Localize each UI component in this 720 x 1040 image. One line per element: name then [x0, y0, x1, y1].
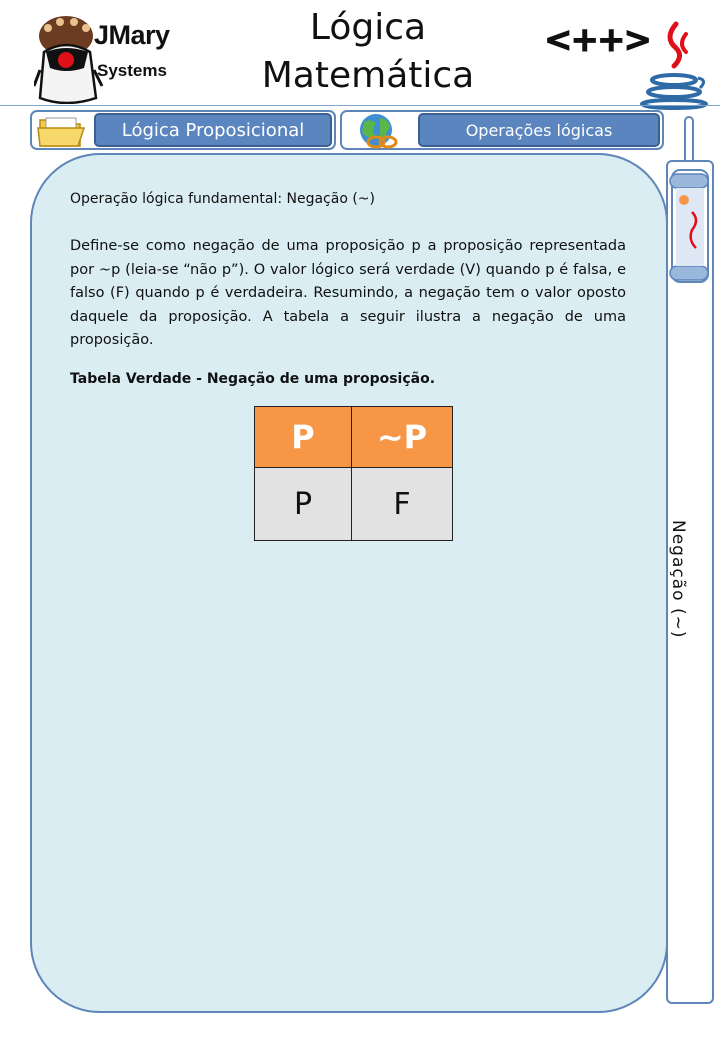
table-row: P F [254, 467, 453, 541]
content-heading: Operação lógica fundamental: Negação (~) [70, 191, 375, 207]
scroll-icon[interactable] [666, 160, 714, 290]
truth-table-header-p: P [254, 406, 352, 468]
table-cell: F [351, 467, 453, 541]
brand-name: JMary [94, 20, 170, 50]
cpp-logo-text: <++> [544, 20, 653, 61]
globe-icon [360, 114, 398, 149]
java-logo-icon [640, 21, 708, 110]
table-caption: Tabela Verdade - Negação de uma proposiç… [70, 371, 436, 387]
tab-group-logica-proposicional[interactable]: Lógica Proposicional [30, 110, 336, 150]
truth-table-header-row: P ~P [254, 406, 453, 468]
jmary-logo: JMary Systems [34, 8, 174, 104]
folder-icon [37, 117, 86, 147]
header-divider [0, 105, 720, 106]
tab-operacoes-logicas[interactable]: Operações lógicas [418, 113, 660, 147]
sidebar-label-negacao: Negação (~) [668, 520, 688, 639]
page-title: Lógica Matemática [261, 7, 475, 96]
truth-table-header-not-p: ~P [351, 406, 453, 468]
brand-subtitle: Systems [97, 61, 167, 80]
truth-table: P ~P P F [254, 406, 453, 541]
tab-group-operacoes-logicas[interactable]: Operações lógicas [340, 110, 664, 150]
tab-logica-proposicional[interactable]: Lógica Proposicional [94, 113, 332, 147]
table-cell: P [254, 467, 352, 541]
content-body: Define-se como negação de uma proposição… [70, 238, 626, 348]
